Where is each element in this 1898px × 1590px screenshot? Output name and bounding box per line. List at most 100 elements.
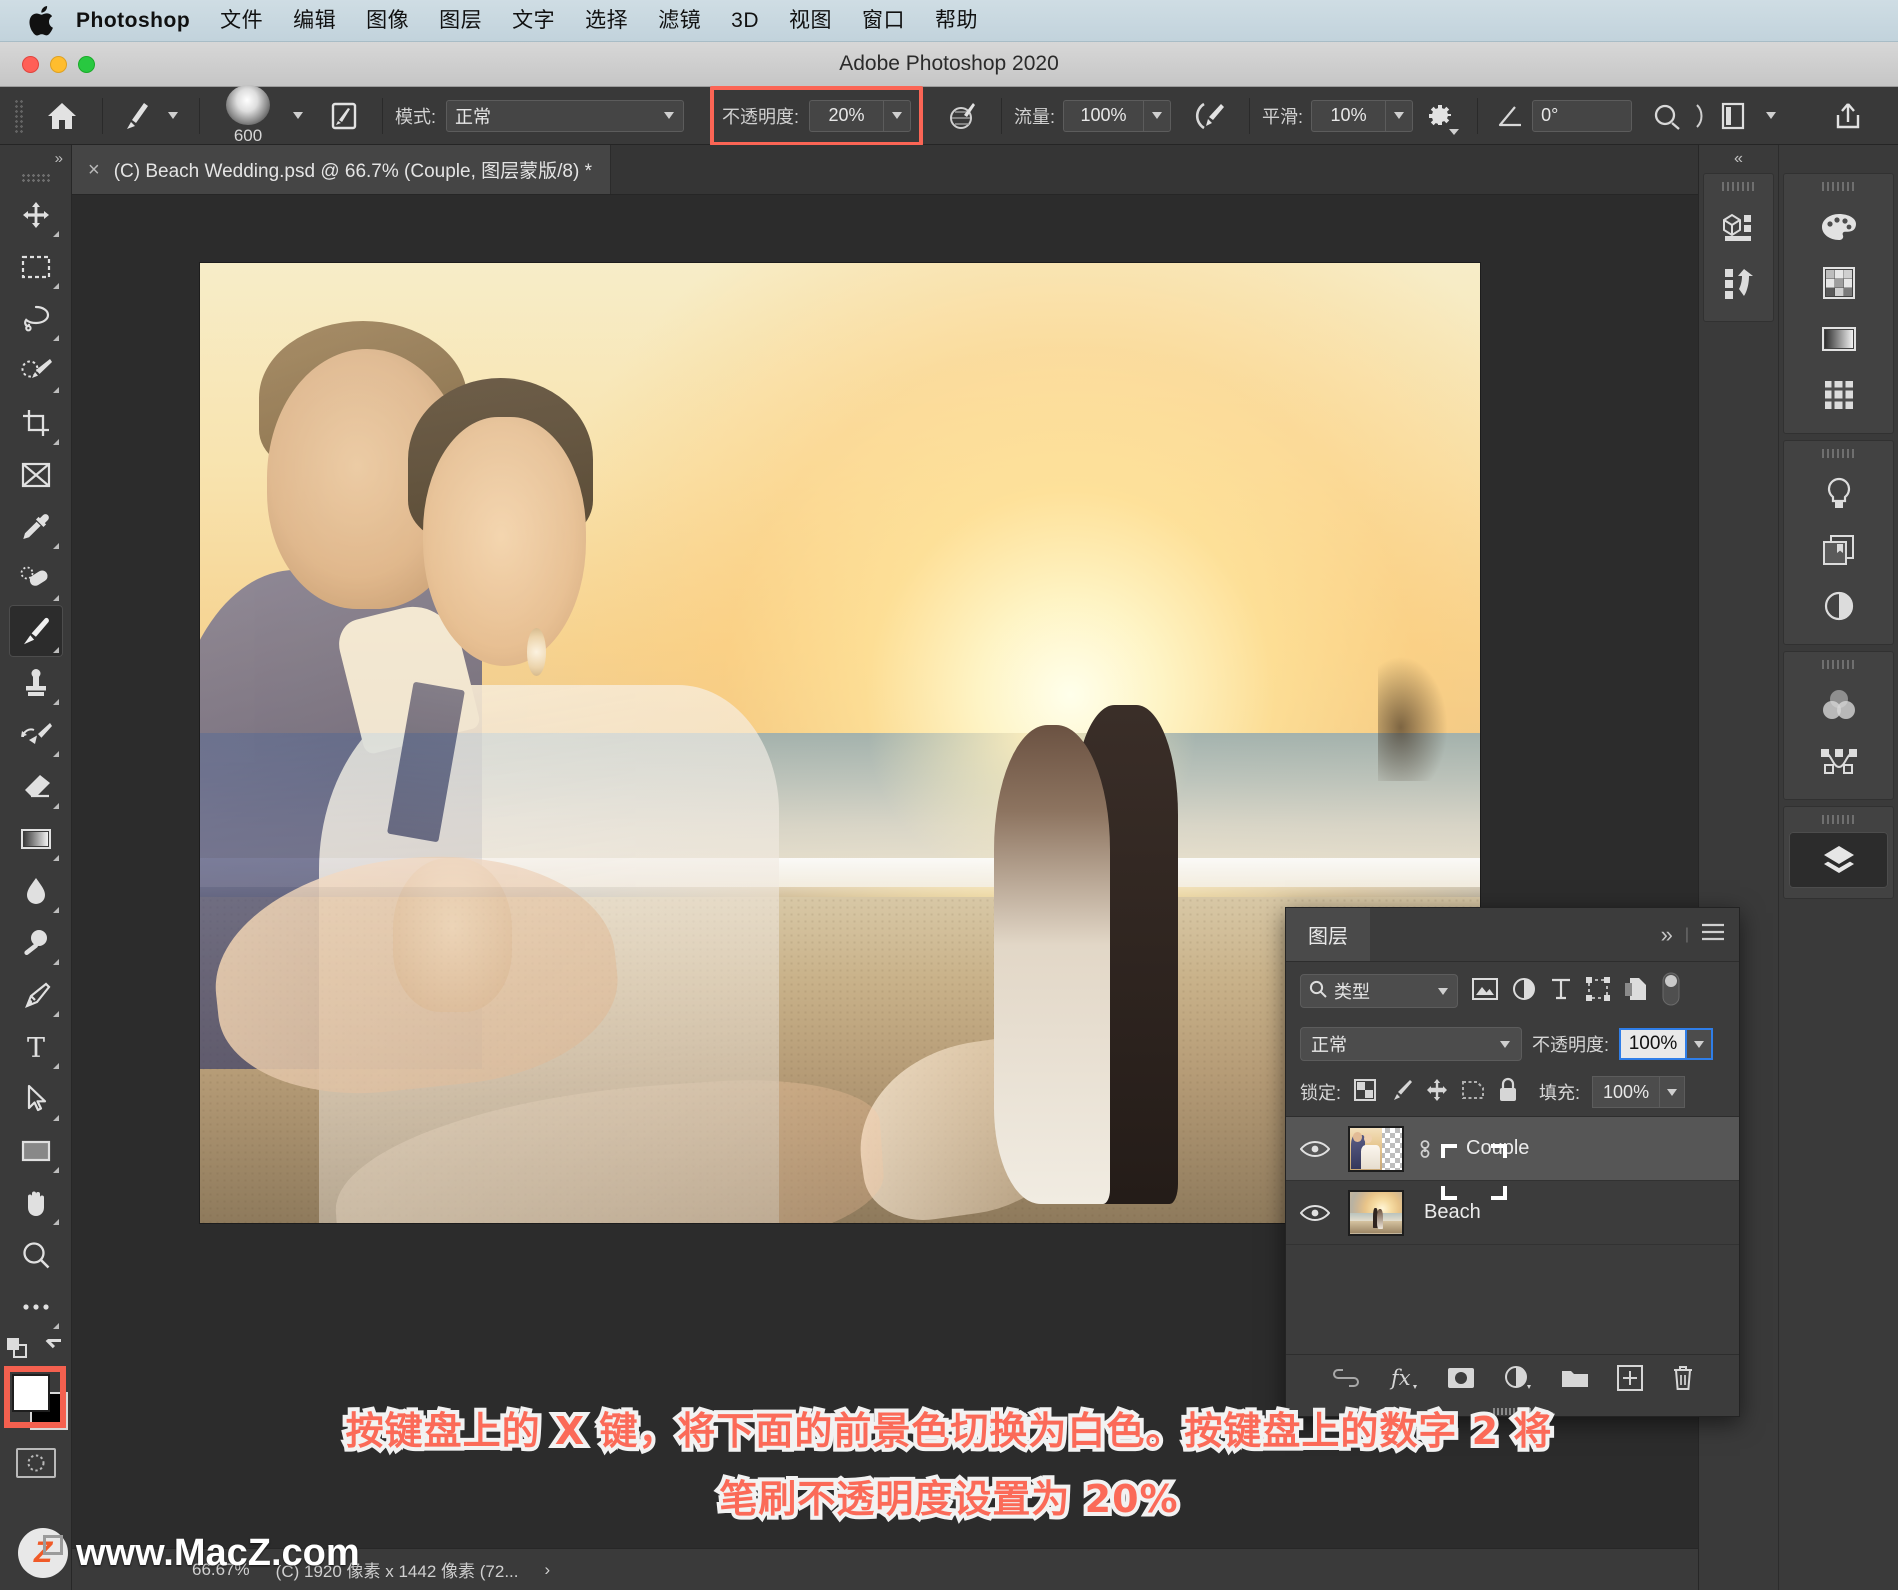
brush-panel-icon[interactable] [318,94,370,138]
symmetry-icon[interactable] [1644,94,1690,138]
minimize-window-button[interactable] [50,56,67,73]
collapse-chevrons-icon[interactable]: « [1699,145,1778,173]
tab-layers[interactable]: 图层 [1286,908,1370,961]
layer-opacity-dropdown-icon[interactable] [1685,1028,1714,1060]
type-filter-icon[interactable] [1550,977,1572,1006]
menu-help[interactable]: 帮助 [920,0,993,42]
brush-preset-dropdown-icon[interactable] [159,94,187,138]
hamburger-menu-icon[interactable] [1701,923,1725,946]
panel-grip[interactable] [1821,815,1856,824]
blend-mode-select[interactable]: 正常 [446,99,685,132]
new-group-icon[interactable] [1561,1367,1589,1394]
image-filter-icon[interactable] [1472,977,1498,1006]
smartobject-filter-icon[interactable] [1624,976,1648,1007]
clone-stamp-tool[interactable] [9,657,63,709]
lock-position-icon[interactable] [1425,1078,1449,1107]
move-tool[interactable] [9,189,63,241]
opacity-input[interactable]: 20% [809,99,912,132]
history-brush-tool[interactable] [9,709,63,761]
patterns-icon[interactable] [1811,367,1867,423]
home-icon[interactable] [34,94,90,138]
layer-name[interactable]: Beach [1414,1201,1481,1224]
menu-edit[interactable]: 编辑 [278,0,351,42]
new-layer-icon[interactable] [1616,1365,1643,1396]
zoom-tool[interactable] [9,1229,63,1281]
layer-opacity-input[interactable]: 100% [1619,1028,1714,1060]
menu-file[interactable]: 文件 [205,0,278,42]
menu-filter[interactable]: 滤镜 [643,0,716,42]
smoothing-input[interactable]: 10% [1311,99,1414,132]
lock-all-icon[interactable] [1497,1077,1519,1108]
layer-thumbnail[interactable] [1348,1125,1404,1172]
quick-selection-tool[interactable] [9,345,63,397]
gear-icon[interactable] [1413,94,1465,138]
3d-panel-icon[interactable] [1711,199,1767,255]
layer-fill-dropdown-icon[interactable] [1659,1076,1686,1108]
chevron-right-icon[interactable]: › [545,1560,551,1580]
marquee-tool[interactable] [9,241,63,293]
layer-blend-mode-select[interactable]: 正常 [1300,1027,1522,1061]
dodge-tool[interactable] [9,917,63,969]
close-icon[interactable]: × [88,160,100,180]
brush-tool[interactable] [8,605,63,657]
toolbar-expand-icon[interactable]: » [0,145,71,171]
swatches-grid-icon[interactable] [1811,255,1867,311]
shape-filter-icon[interactable] [1586,976,1610,1006]
lock-image-icon[interactable] [1389,1078,1413,1107]
menu-type[interactable]: 文字 [497,0,570,42]
menu-window[interactable]: 窗口 [847,0,920,42]
type-tool[interactable]: T [9,1021,63,1073]
menu-select[interactable]: 选择 [570,0,643,42]
menu-layer[interactable]: 图层 [424,0,497,42]
link-layers-icon[interactable] [1331,1369,1361,1392]
filter-toggle-icon[interactable] [1662,972,1680,1011]
double-chevron-right-icon[interactable]: » [1661,922,1673,948]
shape-tool[interactable] [9,1125,63,1177]
color-palette-icon[interactable] [1811,199,1867,255]
panel-grip[interactable] [1821,182,1856,191]
apple-logo-icon[interactable] [28,5,54,36]
healing-brush-tool[interactable] [9,553,63,605]
frame-tool[interactable] [9,449,63,501]
eraser-tool[interactable] [9,761,63,813]
brush-size-dropdown-icon[interactable] [284,94,312,138]
hand-tool[interactable] [9,1177,63,1229]
smoothing-dropdown-icon[interactable] [1385,99,1414,132]
panel-grip[interactable] [1721,182,1756,191]
menu-app-name[interactable]: Photoshop [76,0,205,42]
flow-dropdown-icon[interactable] [1143,99,1172,132]
layer-fill-input[interactable]: 100% [1592,1076,1686,1108]
eyedropper-tool[interactable] [9,501,63,553]
channels-icon[interactable] [1811,677,1867,733]
link-mask-icon[interactable] [1414,1136,1436,1162]
layer-filter-type-select[interactable]: 类型 [1300,974,1458,1008]
airbrush-icon[interactable] [1183,94,1237,138]
3d-undo-icon[interactable] [1711,255,1767,311]
eye-icon[interactable] [1292,1203,1338,1223]
learn-bulb-icon[interactable] [1811,466,1867,522]
lock-artboard-icon[interactable] [1461,1078,1485,1107]
add-mask-icon[interactable] [1447,1367,1475,1394]
layer-row-couple[interactable]: Couple [1286,1117,1739,1200]
crop-tool[interactable] [9,397,63,449]
pressure-opacity-icon[interactable] [937,94,989,138]
path-selection-tool[interactable] [9,1073,63,1125]
lasso-tool[interactable] [9,293,63,345]
brush-preset-icon[interactable] [115,94,159,138]
flow-input[interactable]: 100% [1063,99,1172,132]
gradients-icon[interactable] [1811,311,1867,367]
paths-icon[interactable] [1811,733,1867,789]
brush-size-preview[interactable]: 600 [212,85,284,146]
menu-view[interactable]: 视图 [774,0,847,42]
menu-3d[interactable]: 3D [716,0,774,42]
document-tab[interactable]: × (C) Beach Wedding.psd @ 66.7% (Couple,… [72,145,611,194]
options-bar-grip[interactable] [14,98,24,133]
toolbar-grip[interactable] [20,173,51,183]
pen-tool[interactable] [9,969,63,1021]
lock-transparency-icon[interactable] [1353,1078,1377,1107]
tablet-dropdown-icon[interactable] [1756,94,1786,138]
layer-style-fx-icon[interactable]: fx [1389,1365,1419,1396]
blur-tool[interactable] [9,865,63,917]
delete-layer-icon[interactable] [1671,1364,1695,1397]
adjustment-filter-icon[interactable] [1512,977,1536,1006]
